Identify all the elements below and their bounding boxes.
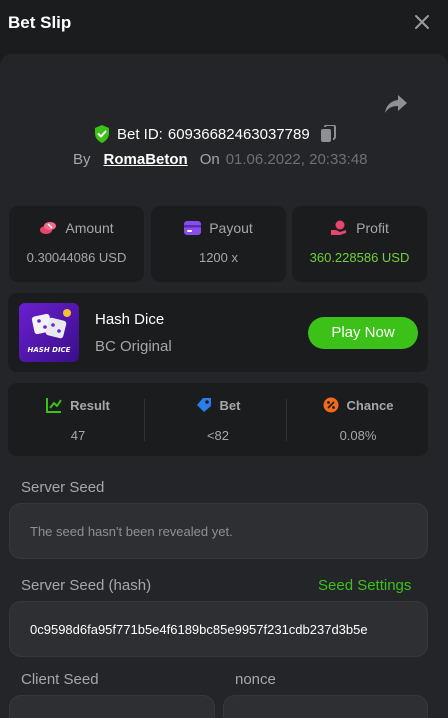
play-now-button[interactable]: Play Now xyxy=(308,317,418,349)
copy-icon[interactable] xyxy=(320,125,336,143)
chance-column: Chance 0.08% xyxy=(288,383,428,456)
profit-label: Profit xyxy=(356,220,389,236)
client-seed-label: Client Seed xyxy=(21,671,99,688)
shield-check-icon xyxy=(95,125,109,143)
server-seed-label: Server Seed xyxy=(21,479,105,496)
server-seed-field[interactable]: The seed hasn't been revealed yet. xyxy=(9,503,428,559)
nonce-field[interactable] xyxy=(223,695,428,718)
divider xyxy=(286,399,287,441)
percent-icon xyxy=(323,397,339,413)
card-icon xyxy=(184,221,202,235)
result-value: 47 xyxy=(70,428,86,443)
result-card: Result 47 Bet <82 Chance 0.08% xyxy=(8,383,428,456)
bet-label: Bet xyxy=(219,397,241,413)
chance-label: Chance xyxy=(346,397,394,413)
divider xyxy=(144,399,145,441)
bet-date: 01.06.2022, 20:33:48 xyxy=(225,151,368,168)
amount-label: Amount xyxy=(65,220,114,236)
client-seed-field[interactable] xyxy=(9,695,215,718)
seed-settings-link[interactable]: Seed Settings xyxy=(318,577,411,594)
server-seed-value: The seed hasn't been revealed yet. xyxy=(30,524,233,539)
game-thumbnail: HASH DICE xyxy=(19,303,79,362)
hand-coin-icon xyxy=(331,220,347,235)
bet-column: Bet <82 xyxy=(148,383,288,456)
bet-author-row: By RomaBeton On 01.06.2022, 20:33:48 xyxy=(73,151,368,168)
by-label: By xyxy=(73,151,91,168)
server-seed-hash-value: 0c9598d6fa95f771b5e4f6189bc85e9957f231cd… xyxy=(30,622,368,637)
server-seed-hash-label: Server Seed (hash) xyxy=(21,577,152,594)
on-label: On xyxy=(199,151,220,168)
payout-label: Payout xyxy=(209,220,253,236)
bet-id-value: 60936682463037789 xyxy=(167,125,310,143)
profit-value: 360.228586 USD xyxy=(309,250,410,265)
payout-value: 1200 x xyxy=(198,250,239,265)
result-label: Result xyxy=(70,397,110,413)
bet-value: <82 xyxy=(206,428,230,443)
amount-value: 0.30044086 USD xyxy=(26,250,127,265)
username-link[interactable]: RomaBeton xyxy=(104,151,188,168)
share-icon[interactable] xyxy=(383,93,409,115)
bet-id-label: Bet ID: xyxy=(117,125,163,143)
game-name: Hash Dice xyxy=(95,311,165,328)
amount-card: Amount 0.30044086 USD xyxy=(9,206,144,282)
server-seed-hash-field[interactable]: 0c9598d6fa95f771b5e4f6189bc85e9957f231cd… xyxy=(9,601,428,657)
bet-id-row: Bet ID: 60936682463037789 xyxy=(94,124,336,144)
game-thumb-label: HASH DICE xyxy=(27,346,71,354)
nonce-label: nonce xyxy=(235,671,276,688)
chart-icon xyxy=(46,398,62,413)
payout-card: Payout 1200 x xyxy=(151,206,286,282)
close-icon[interactable] xyxy=(412,12,432,32)
coins-icon xyxy=(40,222,57,234)
game-subtitle: BC Original xyxy=(95,338,172,355)
header: Bet Slip xyxy=(0,0,448,44)
chance-value: 0.08% xyxy=(339,428,377,443)
bet-tag-icon xyxy=(196,398,211,412)
game-card: HASH DICE Hash Dice BC Original Play Now xyxy=(8,293,428,372)
page-title: Bet Slip xyxy=(8,13,72,32)
result-column: Result 47 xyxy=(8,383,148,456)
profit-card: Profit 360.228586 USD xyxy=(292,206,427,282)
